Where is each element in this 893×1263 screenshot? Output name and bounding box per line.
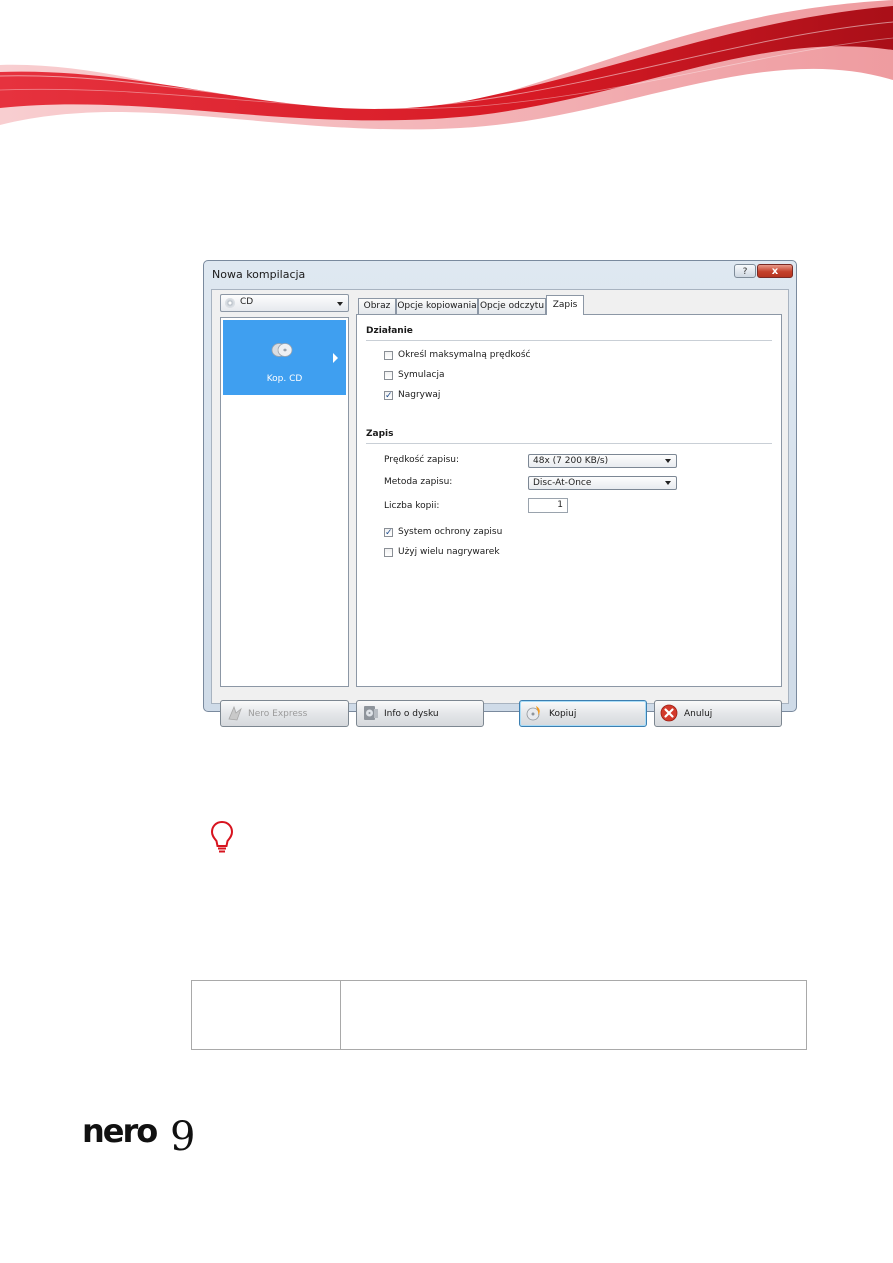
write-speed-value: 48x (7 200 KB/s)	[533, 456, 609, 466]
chevron-down-icon	[665, 481, 671, 485]
header-swoosh	[0, 0, 893, 130]
nero-express-button[interactable]: Nero Express	[220, 700, 349, 727]
arrow-right-icon	[333, 353, 338, 363]
cd-icon	[225, 298, 235, 308]
section-divider	[366, 443, 772, 444]
checkbox-label: Symulacja	[398, 370, 445, 380]
close-button[interactable]: x	[757, 264, 793, 278]
checkbox-label: Użyj wielu nagrywarek	[398, 547, 500, 557]
checkbox-box[interactable]	[384, 548, 393, 557]
svg-text:nero: nero	[82, 1112, 157, 1150]
copy-burn-icon	[526, 706, 540, 721]
checkbox-box[interactable]	[384, 351, 393, 360]
disc-info-icon	[364, 706, 378, 720]
tab-panel-zapis: Działanie Określ maksymalną prędkość Sym…	[356, 314, 782, 687]
task-item-label: Kop. CD	[266, 374, 303, 384]
section-divider	[366, 340, 772, 341]
write-method-select[interactable]: Disc-At-Once	[528, 476, 677, 490]
copy-disc-icon	[271, 343, 293, 357]
nero-express-icon	[228, 705, 242, 721]
section-title-zapis: Zapis	[366, 429, 394, 439]
disc-info-button[interactable]: Info o dysku	[356, 700, 484, 727]
copy-button[interactable]: Kopiuj	[519, 700, 647, 727]
tab-opcje-kopiowania[interactable]: Opcje kopiowania	[396, 298, 478, 314]
copies-label: Liczba kopii:	[384, 501, 440, 511]
cancel-button[interactable]: Anuluj	[654, 700, 782, 727]
section-title-dzialanie: Działanie	[366, 326, 413, 336]
task-item-copy-cd[interactable]: Kop. CD	[223, 320, 346, 395]
button-label: Nero Express	[248, 709, 308, 719]
tab-opcje-odczytu[interactable]: Opcje odczytu	[478, 298, 546, 314]
nero-9-logo: nero 9	[82, 1112, 195, 1158]
svg-text:9: 9	[170, 1114, 195, 1158]
empty-table	[191, 980, 807, 1050]
checkbox-box-checked[interactable]: ✓	[384, 528, 393, 538]
media-type-select[interactable]: CD	[220, 294, 349, 312]
copies-input[interactable]: 1	[528, 498, 568, 513]
tab-obraz[interactable]: Obraz	[358, 298, 396, 314]
cancel-icon	[660, 704, 678, 722]
checkbox-label: Określ maksymalną prędkość	[398, 350, 531, 360]
dialog-title: Nowa kompilacja	[212, 268, 306, 281]
chevron-down-icon	[337, 302, 343, 306]
button-label: Anuluj	[684, 709, 713, 719]
checkbox-label: System ochrony zapisu	[398, 527, 503, 537]
media-type-value: CD	[240, 297, 254, 307]
chevron-down-icon	[665, 459, 671, 463]
checkbox-box-checked[interactable]: ✓	[384, 391, 393, 401]
write-method-value: Disc-At-Once	[533, 478, 592, 488]
write-method-label: Metoda zapisu:	[384, 477, 453, 487]
button-label: Kopiuj	[549, 709, 577, 719]
new-compilation-dialog: Nowa kompilacja ? x CD Kop. CD Obraz Opc…	[203, 260, 797, 727]
lightbulb-icon	[210, 820, 234, 853]
tab-zapis[interactable]: Zapis	[546, 295, 584, 315]
checkbox-box[interactable]	[384, 371, 393, 380]
write-speed-select[interactable]: 48x (7 200 KB/s)	[528, 454, 677, 468]
dialog-client-area: CD Kop. CD Obraz Opcje kopiowania Opcje …	[211, 289, 789, 727]
button-label: Info o dysku	[384, 709, 439, 719]
help-button[interactable]: ?	[734, 264, 756, 278]
checkbox-label: Nagrywaj	[398, 390, 441, 400]
write-speed-label: Prędkość zapisu:	[384, 455, 459, 465]
task-list: Kop. CD	[220, 317, 349, 687]
table-column-divider	[340, 981, 341, 1049]
